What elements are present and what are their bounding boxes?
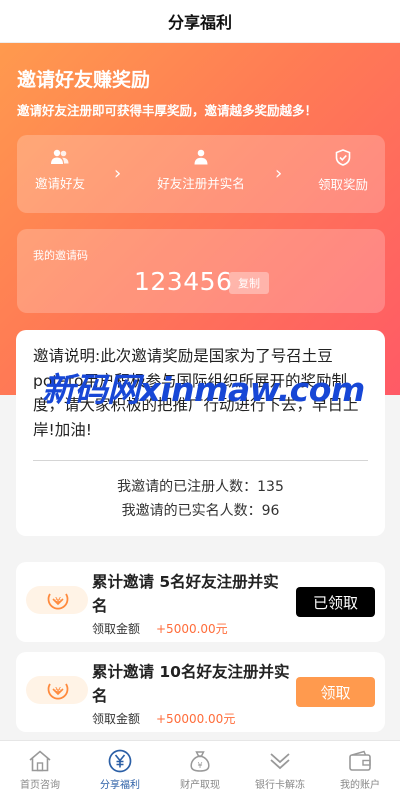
money-bag-icon: ¥: [190, 751, 210, 772]
watermark: 新码网xinmaw.com: [42, 370, 365, 409]
svg-text:¥: ¥: [55, 596, 61, 607]
svg-text:¥: ¥: [55, 686, 61, 697]
tab-label: 财产取现: [180, 780, 220, 791]
step-label: 领取奖励: [317, 177, 368, 192]
svg-text:¥: ¥: [197, 761, 202, 770]
invite-description-card: 邀请说明:此次邀请奖励是国家为了号召土豆potato用户积极参与国际组织所展开的…: [16, 330, 385, 536]
reward-item: ¥ 累计邀请 5名好友注册并实名 领取金额 +5000.00元 已领取: [16, 562, 385, 642]
yen-coin-icon: ¥: [47, 593, 69, 610]
tab-label: 银行卡解冻: [255, 780, 305, 791]
page-title: 分享福利: [167, 13, 232, 32]
claim-button[interactable]: 领取: [296, 677, 375, 707]
step-label: 好友注册并实名: [157, 176, 245, 191]
claimed-button[interactable]: 已领取: [296, 587, 375, 617]
verified-count: 我邀请的已实名人数：96: [121, 503, 280, 519]
tab-home[interactable]: 首页咨询: [0, 749, 80, 791]
invite-steps: 邀请好友 › 好友注册并实名 › 领取奖励: [17, 135, 385, 213]
copy-button[interactable]: 复制: [229, 272, 269, 294]
invite-code-card: 我的邀请码 123456 复制: [17, 229, 385, 313]
registered-count: 我邀请的已注册人数：135: [117, 479, 284, 495]
invite-code-label: 我的邀请码: [33, 249, 88, 262]
reward-amount: +5000.00元: [156, 622, 228, 636]
step-register: 好友注册并实名: [153, 149, 249, 192]
reward-title: 累计邀请 5名好友注册并实名: [92, 573, 279, 615]
tab-label: 我的账户: [340, 780, 380, 791]
tab-share[interactable]: 分享福利: [80, 749, 160, 791]
hero-subtitle: 邀请好友注册即可获得丰厚奖励，邀请越多奖励越多！: [17, 103, 318, 118]
hero-title: 邀请好友赚奖励: [17, 69, 151, 91]
user-icon: [194, 149, 208, 165]
reward-amount-label: 领取金额: [92, 622, 141, 636]
wallet-icon: [349, 750, 371, 771]
users-icon: [51, 149, 69, 164]
home-icon: [29, 750, 51, 772]
step-label: 邀请好友: [34, 176, 85, 191]
reward-item: ¥ 累计邀请 10名好友注册并实名 领取金额 +50000.00元 领取: [16, 652, 385, 732]
tab-account[interactable]: 我的账户: [320, 749, 400, 791]
tab-withdraw[interactable]: ¥ 财产取现: [160, 749, 240, 791]
invite-code-value: 123456: [134, 267, 233, 296]
divider: [33, 460, 368, 461]
bottom-tab-bar: 首页咨询 分享福利 ¥ 财产取现 银行卡解冻 我的账户: [0, 740, 400, 799]
step-invite: 邀请好友: [33, 149, 87, 192]
tab-card-unfreeze[interactable]: 银行卡解冻: [240, 749, 320, 791]
coin-badge: ¥: [26, 586, 88, 614]
yen-coin-icon: ¥: [47, 683, 69, 700]
tab-label: 分享福利: [100, 780, 140, 791]
shield-check-icon: [335, 149, 351, 166]
chevron-right-icon: ›: [114, 163, 122, 184]
double-chevron-icon: [270, 753, 290, 770]
reward-amount-label: 领取金额: [92, 712, 141, 726]
coin-badge: ¥: [26, 676, 88, 704]
yen-icon: [108, 749, 132, 773]
tab-label: 首页咨询: [20, 780, 60, 791]
chevron-right-icon: ›: [275, 163, 283, 184]
reward-title: 累计邀请 10名好友注册并实名: [92, 663, 290, 705]
top-bar: 分享福利: [0, 0, 400, 43]
step-claim: 领取奖励: [313, 149, 373, 193]
reward-amount: +50000.00元: [156, 712, 236, 726]
